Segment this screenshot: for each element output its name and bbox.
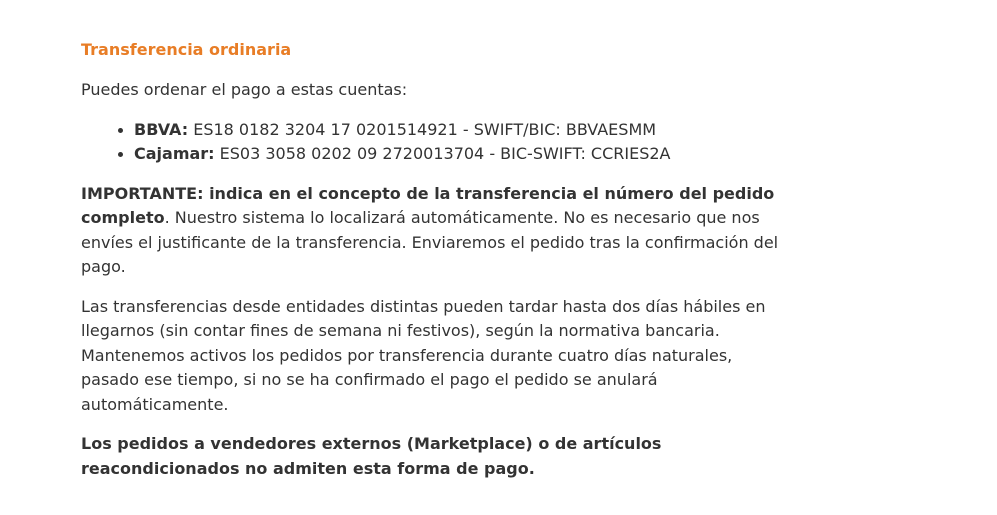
bank-account-list: BBVA: ES18 0182 3204 17 0201514921 - SWI… bbox=[81, 118, 781, 167]
bank-name: Cajamar: bbox=[134, 144, 215, 163]
bank-name: BBVA: bbox=[134, 119, 189, 139]
section-title: Transferencia ordinaria bbox=[81, 40, 292, 59]
marketplace-note: Los pedidos a vendedores externos (Marke… bbox=[81, 434, 662, 478]
accounts-intro: Puedes ordenar el pago a estas cuentas: bbox=[81, 80, 408, 99]
payment-info-section: Transferencia ordinaria Puedes ordenar e… bbox=[81, 38, 781, 496]
processing-time-note: Las transferencias desde entidades disti… bbox=[81, 296, 766, 414]
account-details: ES03 3058 0202 09 2720013704 - BIC-SWIFT… bbox=[214, 144, 671, 163]
account-details: ES18 0182 3204 17 0201514921 - SWIFT/BIC… bbox=[188, 119, 657, 139]
important-text: . Nuestro sistema lo localizará automáti… bbox=[81, 208, 779, 276]
list-item-bbva: BBVA: ES18 0182 3204 17 0201514921 - SWI… bbox=[118, 118, 781, 143]
important-note: IMPORTANTE: indica en el concepto de la … bbox=[81, 182, 781, 280]
list-item-cajamar: Cajamar: ES03 3058 0202 09 2720013704 - … bbox=[118, 142, 781, 167]
